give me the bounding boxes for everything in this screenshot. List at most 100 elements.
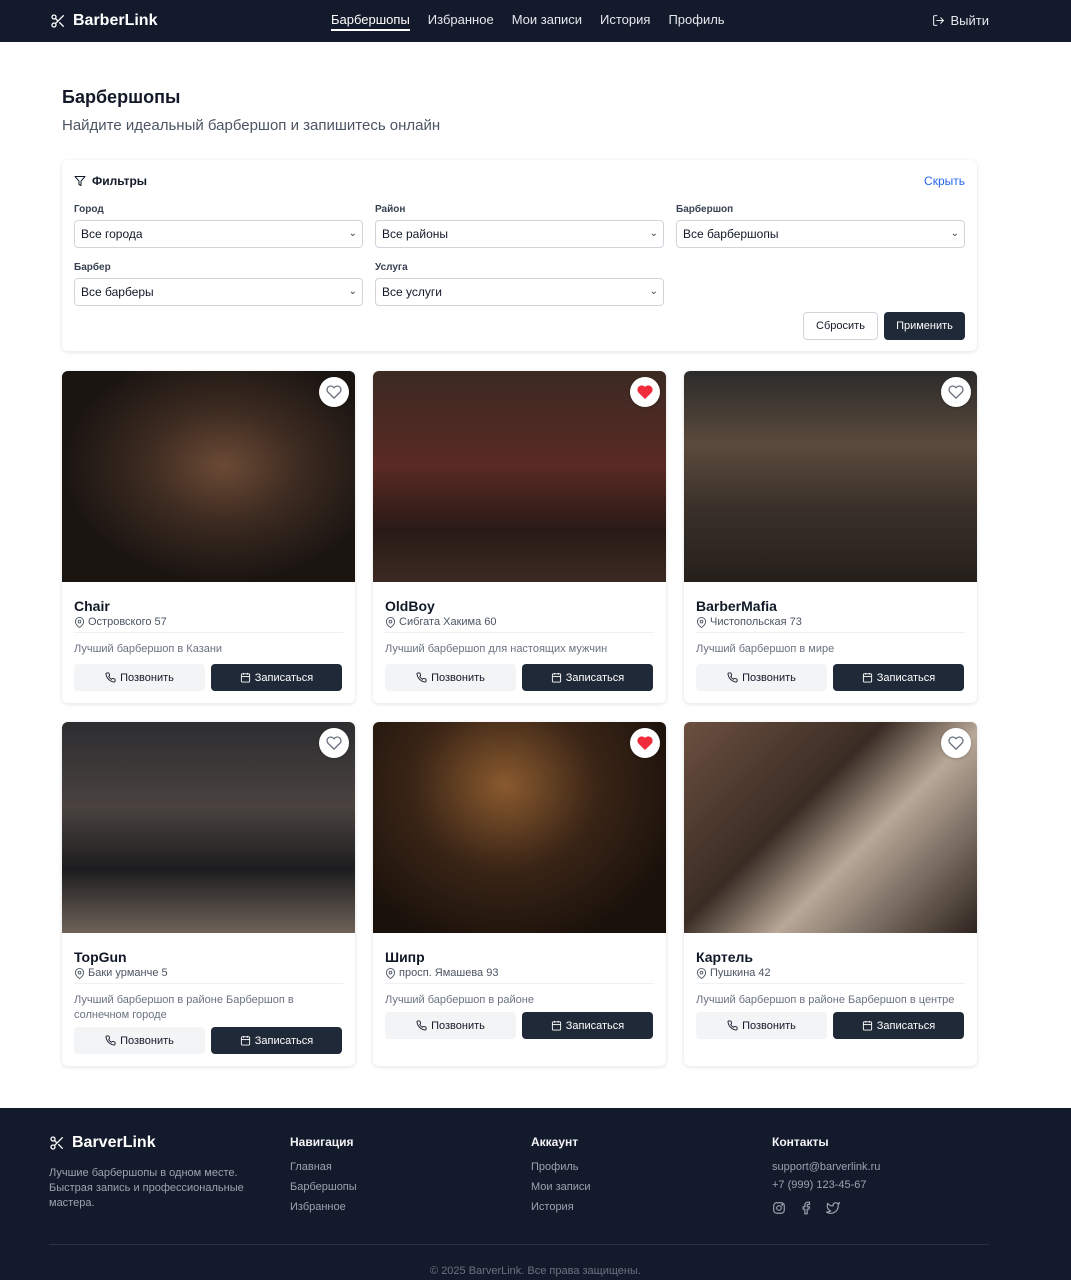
nav-my-bookings[interactable]: Мои записи xyxy=(512,0,582,42)
barbershop-address: Пушкина 42 xyxy=(696,967,771,979)
city-select[interactable]: Все города ⌄ xyxy=(74,220,363,248)
footer-logo[interactable]: BarverLink xyxy=(49,1134,156,1152)
footer-link-barbershops[interactable]: Барбершопы xyxy=(290,1181,357,1193)
district-select[interactable]: Все районы ⌄ xyxy=(375,220,664,248)
call-label: Позвонить xyxy=(120,1034,174,1047)
logout-icon xyxy=(932,14,944,26)
top-navbar: BarberLink Барбершопы Избранное Мои запи… xyxy=(0,0,1071,42)
main-nav: Барбершопы Избранное Мои записи История … xyxy=(331,0,725,42)
calendar-icon xyxy=(551,672,561,683)
call-button[interactable]: Позвонить xyxy=(385,1012,516,1039)
call-button[interactable]: Позвонить xyxy=(696,1012,827,1039)
barbershop-address: просп. Ямашева 93 xyxy=(385,967,498,979)
topgun-photo[interactable] xyxy=(62,722,355,933)
barbershop-description: Лучший барбершоп для настоящих мужчин xyxy=(385,643,608,655)
barbershop-name[interactable]: Chair xyxy=(74,598,110,614)
instagram-icon[interactable] xyxy=(772,1201,786,1215)
barbershop-card[interactable]: Картель Пушкина 42 Лучший барбершоп в райо… xyxy=(684,722,977,1066)
barbershop-name[interactable]: BarberMafia xyxy=(696,598,777,614)
card-divider xyxy=(74,983,343,984)
call-label: Позвонить xyxy=(120,671,174,684)
barbershop-select[interactable]: Все барбершопы ⌄ xyxy=(676,220,965,248)
oldboy-photo[interactable] xyxy=(373,371,666,582)
barbershop-card[interactable]: OldBoy Сибгата Хакима 60 Лучший барбершоп … xyxy=(373,371,666,703)
barbershop-card[interactable]: TopGun Баки урманче 5 Лучший барбершоп в р… xyxy=(62,722,355,1066)
barbershop-description: Лучший барбершоп в Казани xyxy=(74,643,223,655)
barbershop-description: Лучший барбершоп в районе xyxy=(385,994,534,1006)
barbershop-name[interactable]: Шипр xyxy=(385,949,425,965)
nav-profile[interactable]: Профиль xyxy=(668,0,724,42)
book-button[interactable]: Записаться xyxy=(522,664,653,691)
barbershop-address: Чистопольская 73 xyxy=(696,616,802,628)
chevron-down-icon: ⌄ xyxy=(348,286,357,297)
footer-email[interactable]: support@barverlink.ru xyxy=(772,1161,880,1173)
phone-icon xyxy=(105,1035,116,1046)
footer-link-bookings[interactable]: Мои записи xyxy=(531,1181,591,1193)
favorite-button[interactable] xyxy=(630,377,660,407)
footer-link-history[interactable]: История xyxy=(531,1201,591,1213)
call-button[interactable]: Позвонить xyxy=(385,664,516,691)
twitter-icon[interactable] xyxy=(826,1201,840,1215)
barbershop-card[interactable]: Шипр просп. Ямашева 93 Лучший барбершоп в … xyxy=(373,722,666,1066)
phone-icon xyxy=(105,672,116,683)
book-button[interactable]: Записаться xyxy=(522,1012,653,1039)
heart-icon xyxy=(326,384,342,400)
calendar-icon xyxy=(551,1020,561,1031)
scissors-icon xyxy=(50,1136,63,1150)
card-divider xyxy=(385,983,654,984)
heart-filled-icon xyxy=(637,384,653,400)
chevron-down-icon: ⌄ xyxy=(950,228,959,239)
footer-link-favorites[interactable]: Избранное xyxy=(290,1201,357,1213)
phone-icon xyxy=(416,1020,427,1031)
apply-button[interactable]: Применить xyxy=(884,312,965,340)
kartel-photo[interactable] xyxy=(684,722,977,933)
call-button[interactable]: Позвонить xyxy=(696,664,827,691)
footer-link-home[interactable]: Главная xyxy=(290,1161,357,1173)
barbershop-name[interactable]: Картель xyxy=(696,949,753,965)
chair-photo[interactable] xyxy=(62,371,355,582)
district-label: Район xyxy=(375,204,406,215)
barbershop-card[interactable]: BarberMafia Чистопольская 73 Лучший барбер… xyxy=(684,371,977,703)
favorite-button[interactable] xyxy=(319,728,349,758)
favorite-button[interactable] xyxy=(941,377,971,407)
footer-link-profile[interactable]: Профиль xyxy=(531,1161,591,1173)
book-button[interactable]: Записаться xyxy=(211,1027,342,1054)
favorite-button[interactable] xyxy=(630,728,660,758)
hide-filters-link[interactable]: Скрыть xyxy=(924,174,965,188)
chevron-down-icon: ⌄ xyxy=(649,228,658,239)
service-select[interactable]: Все услуги ⌄ xyxy=(375,278,664,306)
call-button[interactable]: Позвонить xyxy=(74,664,205,691)
logout-button[interactable]: Выйти xyxy=(932,0,989,40)
barbermafia-photo[interactable] xyxy=(684,371,977,582)
chevron-down-icon: ⌄ xyxy=(649,286,658,297)
reset-button[interactable]: Сбросить xyxy=(803,312,878,340)
shipr-photo[interactable] xyxy=(373,722,666,933)
barber-label: Барбер xyxy=(74,262,111,273)
logo-text: BarberLink xyxy=(73,12,158,29)
barber-select[interactable]: Все барберы ⌄ xyxy=(74,278,363,306)
barbershop-description: Лучший барбершоп в мире xyxy=(696,643,835,655)
address-text: Баки урманче 5 xyxy=(88,967,168,979)
barbershop-name[interactable]: OldBoy xyxy=(385,598,435,614)
book-button[interactable]: Записаться xyxy=(833,1012,964,1039)
book-button[interactable]: Записаться xyxy=(833,664,964,691)
service-value: Все услуги xyxy=(382,285,442,299)
book-button[interactable]: Записаться xyxy=(211,664,342,691)
filters-header: Фильтры xyxy=(74,174,147,188)
nav-history[interactable]: История xyxy=(600,0,650,42)
barbershop-name[interactable]: TopGun xyxy=(74,949,127,965)
nav-favorites[interactable]: Избранное xyxy=(428,0,494,42)
filters-panel: Фильтры Скрыть Город Все города ⌄ Район В… xyxy=(62,160,977,351)
favorite-button[interactable] xyxy=(941,728,971,758)
nav-barbershops[interactable]: Барбершопы xyxy=(331,0,410,42)
favorite-button[interactable] xyxy=(319,377,349,407)
chevron-down-icon: ⌄ xyxy=(348,228,357,239)
facebook-icon[interactable] xyxy=(799,1201,813,1215)
call-label: Позвонить xyxy=(742,671,796,684)
footer: BarverLink Лучшие барбершопы в одном мес… xyxy=(0,1108,1071,1280)
barbershop-card[interactable]: Chair Островского 57 Лучший барбершоп в Ка… xyxy=(62,371,355,703)
footer-account-title: Аккаунт xyxy=(531,1135,579,1149)
call-button[interactable]: Позвонить xyxy=(74,1027,205,1054)
logo[interactable]: BarberLink xyxy=(50,10,157,32)
footer-phone[interactable]: +7 (999) 123-45-67 xyxy=(772,1179,880,1191)
